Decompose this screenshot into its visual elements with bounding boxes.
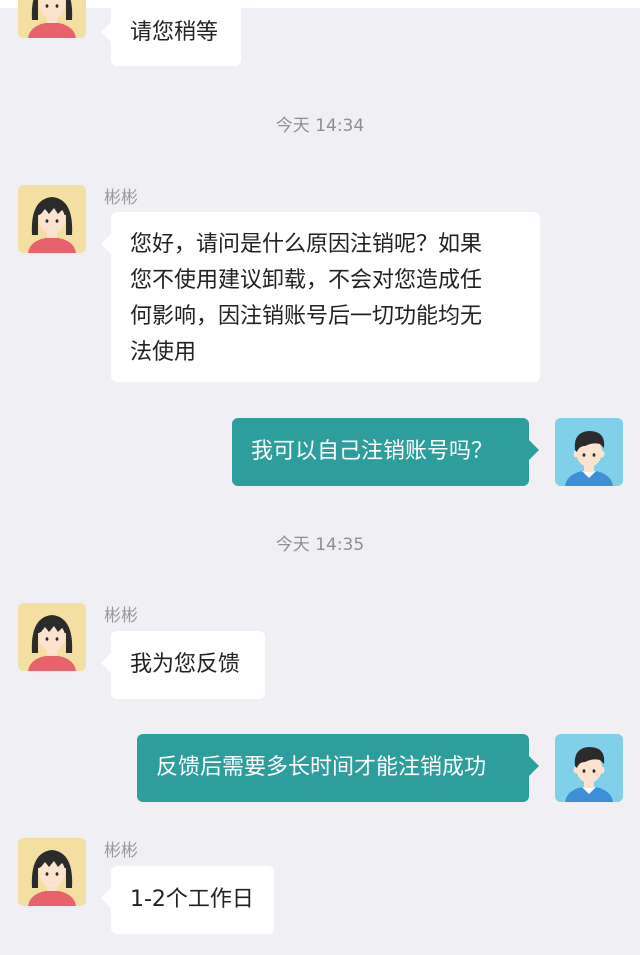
message-text-line: 法使用 xyxy=(130,340,197,365)
sender-name: 彬彬 xyxy=(104,841,138,861)
message-bubble-incoming[interactable]: 请您稍等 xyxy=(101,0,241,66)
sender-name: 彬彬 xyxy=(104,188,138,208)
message-text-line: 您不使用建议卸载，不会对您造成任 xyxy=(130,268,483,293)
message-bubble-incoming[interactable]: 您好，请问是什么原因注销呢？如果 您不使用建议卸载，不会对您造成任 何影响，因注… xyxy=(101,212,540,382)
timestamp: 今天 14:35 xyxy=(275,535,365,555)
girl-avatar-icon[interactable] xyxy=(18,603,86,671)
chat-window[interactable]: 请您稍等 今天 14:34 彬彬 您好，请问是什么原因注销呢？如果 您不使用建议… xyxy=(0,0,640,955)
girl-avatar-icon[interactable] xyxy=(18,185,86,253)
message-text: 我为您反馈 xyxy=(130,652,241,677)
message-bubble-outgoing[interactable]: 我可以自己注销账号吗？ xyxy=(232,418,539,486)
sender-name: 彬彬 xyxy=(104,606,138,626)
message-text: 1-2个工作日 xyxy=(130,887,254,912)
boy-avatar-icon[interactable] xyxy=(555,734,623,802)
girl-avatar-icon[interactable] xyxy=(18,0,86,38)
message-text: 我可以自己注销账号吗？ xyxy=(251,439,494,464)
message-bubble-outgoing[interactable]: 反馈后需要多长时间才能注销成功 xyxy=(137,734,539,802)
message-bubble-incoming[interactable]: 1-2个工作日 xyxy=(101,866,274,934)
message-text: 请您稍等 xyxy=(130,20,219,45)
message-text-line: 您好，请问是什么原因注销呢？如果 xyxy=(130,232,483,257)
message-text-line: 何影响，因注销账号后一切功能均无 xyxy=(130,304,483,329)
boy-avatar-icon[interactable] xyxy=(555,418,623,486)
girl-avatar-icon[interactable] xyxy=(18,838,86,906)
timestamp: 今天 14:34 xyxy=(275,116,365,136)
message-bubble-incoming[interactable]: 我为您反馈 xyxy=(101,631,265,699)
message-text: 反馈后需要多长时间才能注销成功 xyxy=(156,755,487,780)
